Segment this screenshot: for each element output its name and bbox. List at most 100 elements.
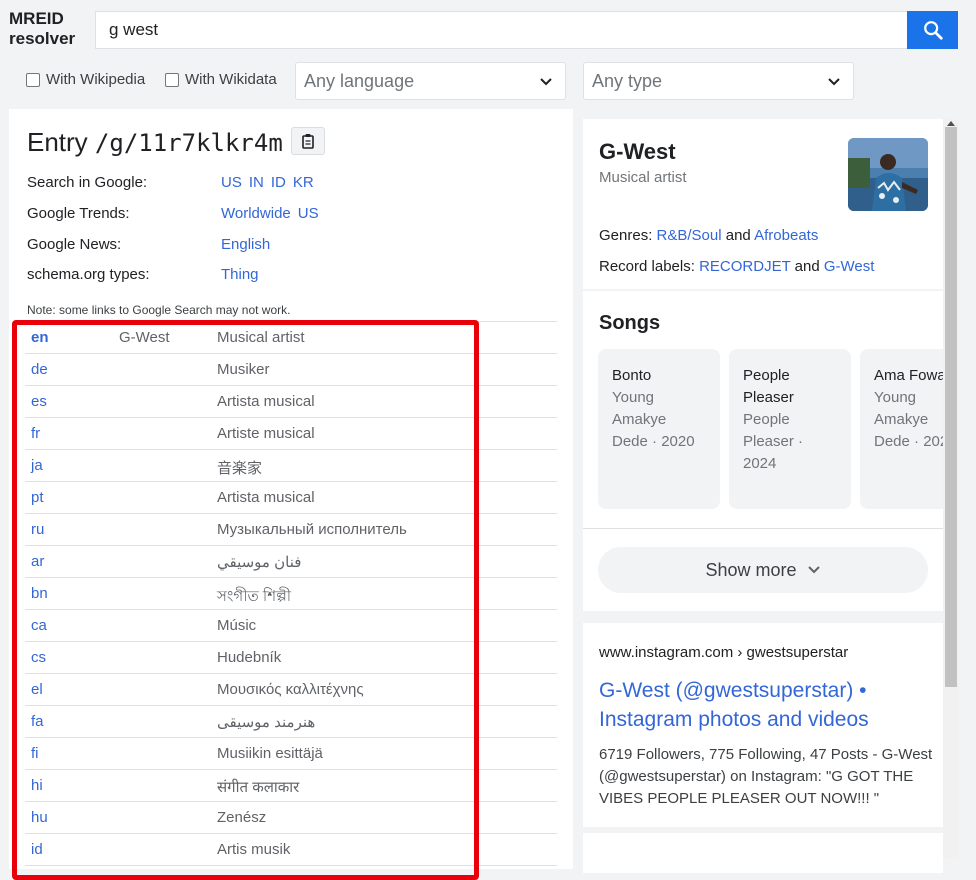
scrollbar[interactable] bbox=[943, 119, 959, 859]
song-meta: Young Amakye Dede · 2020 bbox=[874, 389, 943, 450]
app-logo: MREID resolver bbox=[9, 9, 75, 49]
language-code-link[interactable]: bn bbox=[31, 585, 48, 602]
language-row-fr: fr Artiste musical bbox=[25, 418, 557, 450]
show-more-button[interactable]: Show more bbox=[598, 547, 928, 593]
search-note: Note: some links to Google Search may no… bbox=[27, 303, 291, 317]
result-title-link[interactable]: G-West (@gwestsuperstar) • Instagram pho… bbox=[599, 676, 919, 734]
language-description: Musiikin esittäjä bbox=[217, 745, 323, 762]
language-description: Artiste musical bbox=[217, 425, 315, 442]
song-title: People Pleaser bbox=[743, 367, 794, 406]
with-wikidata-checkbox[interactable]: With Wikidata bbox=[165, 71, 277, 88]
language-code-link[interactable]: fr bbox=[31, 425, 40, 442]
divider bbox=[583, 528, 943, 529]
language-select[interactable]: Any language bbox=[295, 62, 566, 100]
song-title: Ama Fowaa bbox=[874, 367, 943, 384]
copy-mid-button[interactable] bbox=[291, 127, 325, 155]
language-row-pt: pt Artista musical bbox=[25, 482, 557, 514]
language-code-link[interactable]: fa bbox=[31, 713, 44, 730]
logo-line-2: resolver bbox=[9, 29, 76, 48]
search-result: www.instagram.com › gwestsuperstar G-Wes… bbox=[583, 623, 943, 827]
kp-genres: Genres: R&B/Soul and Afrobeats bbox=[599, 227, 818, 244]
language-code-link[interactable]: es bbox=[31, 393, 47, 410]
language-row-de: de Musiker bbox=[25, 354, 557, 386]
language-row-ja: ja 音楽家 bbox=[25, 450, 557, 482]
google-link-kr[interactable]: KR bbox=[293, 174, 314, 191]
language-description: Μουσικός καλλιτέχνης bbox=[217, 681, 364, 698]
genres-label: Genres: bbox=[599, 227, 653, 244]
language-row-fa: fa هنرمند موسیقی bbox=[25, 706, 557, 738]
language-code-link[interactable]: ru bbox=[31, 521, 44, 538]
checkbox-box[interactable] bbox=[26, 72, 40, 87]
genre-link-rnb-soul[interactable]: R&B/Soul bbox=[657, 227, 722, 244]
with-wikipedia-checkbox[interactable]: With Wikipedia bbox=[26, 71, 145, 88]
language-code-link[interactable]: pt bbox=[31, 489, 44, 506]
google-news-label: Google News: bbox=[27, 236, 122, 253]
trends-link-worldwide[interactable]: Worldwide bbox=[221, 205, 291, 222]
songs-section: Songs Bonto Young Amakye Dede · 2020 Peo… bbox=[583, 291, 943, 611]
label-link-g-west[interactable]: G-West bbox=[824, 258, 875, 275]
type-select-value: Any type bbox=[592, 70, 663, 91]
language-code-link[interactable]: fi bbox=[31, 745, 39, 762]
language-row-es: es Artista musical bbox=[25, 386, 557, 418]
language-row-fi: fi Musiikin esittäjä bbox=[25, 738, 557, 770]
language-description: 音楽家 bbox=[217, 460, 263, 477]
language-code-link[interactable]: en bbox=[31, 329, 49, 346]
language-description: সংগীত শিল্পী bbox=[217, 588, 292, 605]
schema-link-thing[interactable]: Thing bbox=[221, 266, 259, 283]
language-row-ca: ca Músic bbox=[25, 610, 557, 642]
language-table: en G-West Musical artist de Musiker es Artista… bbox=[25, 321, 557, 866]
language-code-link[interactable]: ja bbox=[31, 457, 43, 474]
language-description: Artista musical bbox=[217, 393, 315, 410]
search-input[interactable] bbox=[95, 11, 907, 49]
language-code-link[interactable]: hi bbox=[31, 777, 43, 794]
language-code-link[interactable]: hu bbox=[31, 809, 48, 826]
schema-types-label: schema.org types: bbox=[27, 266, 150, 283]
news-link-english[interactable]: English bbox=[221, 236, 270, 253]
with-wikidata-label: With Wikidata bbox=[185, 71, 277, 88]
search-in-google-label: Search in Google: bbox=[27, 174, 148, 191]
song-card[interactable]: Bonto Young Amakye Dede · 2020 bbox=[598, 349, 720, 509]
language-row-el: el Μουσικός καλλιτέχνης bbox=[25, 674, 557, 706]
language-code-link[interactable]: el bbox=[31, 681, 43, 698]
kp-subtitle: Musical artist bbox=[599, 169, 687, 186]
language-row-bn: bn সংগীত শিল্পী bbox=[25, 578, 557, 610]
language-select-value: Any language bbox=[304, 70, 415, 91]
scroll-up-arrow-icon[interactable] bbox=[947, 121, 955, 126]
google-link-us[interactable]: US bbox=[221, 174, 242, 191]
scrollbar-thumb[interactable] bbox=[945, 127, 957, 687]
language-code-link[interactable]: de bbox=[31, 361, 48, 378]
google-news-links: English bbox=[221, 236, 277, 253]
language-description: Artista musical bbox=[217, 489, 315, 506]
songs-title: Songs bbox=[599, 312, 661, 334]
search-button[interactable] bbox=[907, 11, 958, 49]
labels-and: and bbox=[794, 258, 820, 275]
song-meta: Young Amakye Dede · 2020 bbox=[612, 389, 695, 450]
entry-prefix: Entry bbox=[27, 127, 88, 157]
song-card[interactable]: People Pleaser People Pleaser · 2024 bbox=[729, 349, 851, 509]
song-meta: People Pleaser · 2024 bbox=[743, 411, 804, 472]
language-label: G-West bbox=[119, 329, 170, 346]
language-row-hu: hu Zenész bbox=[25, 802, 557, 834]
genre-link-afrobeats[interactable]: Afrobeats bbox=[754, 227, 818, 244]
search-in-google-links: US IN ID KR bbox=[221, 174, 321, 191]
language-code-link[interactable]: ca bbox=[31, 617, 47, 634]
checkbox-box[interactable] bbox=[165, 72, 179, 87]
google-link-in[interactable]: IN bbox=[249, 174, 264, 191]
trends-link-us[interactable]: US bbox=[298, 205, 319, 222]
entry-panel: Entry /g/11r7klkr4m Search in Google: US… bbox=[9, 109, 573, 869]
language-row-ar: ar فنان موسيقي bbox=[25, 546, 557, 578]
entry-mid: /g/11r7klkr4m bbox=[94, 129, 283, 157]
language-description: Zenész bbox=[217, 809, 267, 826]
type-select[interactable]: Any type bbox=[583, 62, 854, 100]
language-description: Musical artist bbox=[217, 329, 305, 346]
language-code-link[interactable]: cs bbox=[31, 649, 46, 666]
result-url: www.instagram.com › gwestsuperstar bbox=[599, 644, 849, 661]
search-icon bbox=[923, 21, 943, 40]
label-link-recordjet[interactable]: RECORDJET bbox=[699, 258, 790, 275]
song-card[interactable]: Ama Fowaa Young Amakye Dede · 2020 bbox=[860, 349, 943, 509]
language-row-id: id Artis musik bbox=[25, 834, 557, 866]
artist-photo[interactable] bbox=[848, 138, 928, 211]
google-link-id[interactable]: ID bbox=[271, 174, 286, 191]
language-code-link[interactable]: id bbox=[31, 841, 43, 858]
language-code-link[interactable]: ar bbox=[31, 553, 44, 570]
